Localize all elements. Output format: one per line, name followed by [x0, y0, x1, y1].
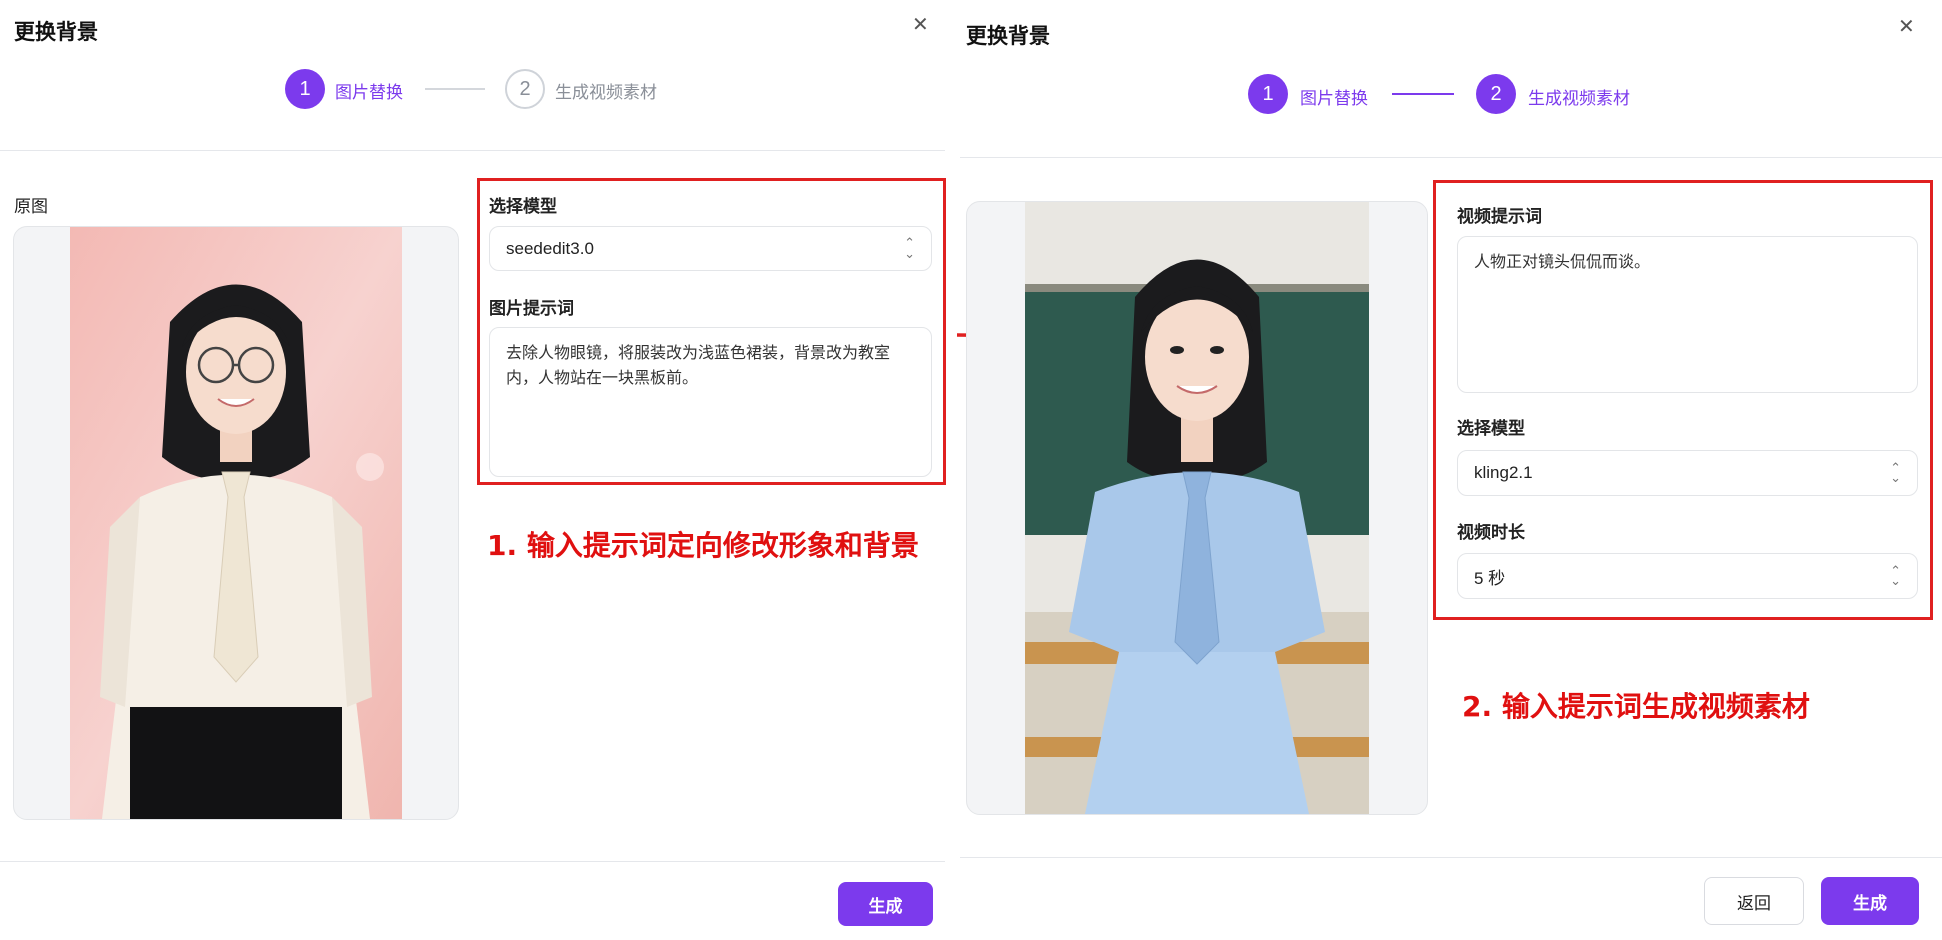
step-2-circle: 2 — [1476, 74, 1516, 114]
model-select-value: kling2.1 — [1474, 463, 1533, 482]
generate-button[interactable]: 生成 — [838, 882, 933, 926]
model-select[interactable]: kling2.1 ⌃ ⌄ — [1457, 450, 1918, 496]
step-2-circle: 2 — [505, 69, 545, 109]
header-divider — [960, 157, 1942, 158]
generate-button[interactable]: 生成 — [1821, 877, 1919, 925]
chevron-updown-icon: ⌃ ⌄ — [1890, 562, 1901, 588]
original-portrait-image — [70, 227, 402, 819]
video-prompt-textarea[interactable]: 人物正对镜头侃侃而谈。 — [1457, 236, 1918, 393]
model-select-value: seededit3.0 — [506, 238, 594, 258]
duration-label: 视频时长 — [1457, 523, 1525, 543]
step-1-circle: 1 — [1248, 74, 1288, 114]
model-label: 选择模型 — [489, 197, 557, 217]
footer-divider — [0, 861, 945, 862]
original-image-frame — [13, 226, 459, 820]
generated-image-frame — [966, 201, 1428, 815]
dialog-title: 更换背景 — [966, 24, 1050, 48]
header-divider — [0, 150, 945, 151]
step-1-label: 图片替换 — [335, 83, 403, 103]
chevron-updown-icon: ⌃ ⌄ — [1890, 459, 1901, 485]
video-prompt-label: 视频提示词 — [1457, 207, 1542, 227]
step-2-label: 生成视频素材 — [1528, 89, 1630, 109]
footer-divider — [960, 857, 1942, 858]
annotation-step-1: 1. 输入提示词定向修改形象和背景 — [487, 529, 919, 562]
close-icon[interactable]: ✕ — [1898, 16, 1915, 36]
step-connector — [425, 88, 485, 90]
image-prompt-textarea[interactable]: 去除人物眼镜，将服装改为浅蓝色裙装，背景改为教室内，人物站在一块黑板前。 — [489, 327, 932, 477]
duration-select[interactable]: 5 秒 ⌃ ⌄ — [1457, 553, 1918, 599]
generated-portrait-image — [1025, 202, 1369, 814]
annotation-step-2: 2. 输入提示词生成视频素材 — [1462, 690, 1810, 723]
step-2-label: 生成视频素材 — [555, 83, 657, 103]
duration-select-value: 5 秒 — [1474, 568, 1506, 588]
model-label: 选择模型 — [1457, 419, 1525, 439]
back-button[interactable]: 返回 — [1704, 877, 1804, 925]
close-icon[interactable]: ✕ — [912, 14, 929, 34]
prompt-label: 图片提示词 — [489, 299, 574, 319]
step-1-circle: 1 — [285, 69, 325, 109]
model-select[interactable]: seededit3.0 ⌃ ⌄ — [489, 226, 932, 271]
dialog-title: 更换背景 — [14, 20, 98, 44]
chevron-updown-icon: ⌃ ⌄ — [904, 235, 915, 261]
original-image-label: 原图 — [14, 197, 48, 217]
step-connector — [1392, 93, 1454, 95]
step-1-label: 图片替换 — [1300, 89, 1368, 109]
